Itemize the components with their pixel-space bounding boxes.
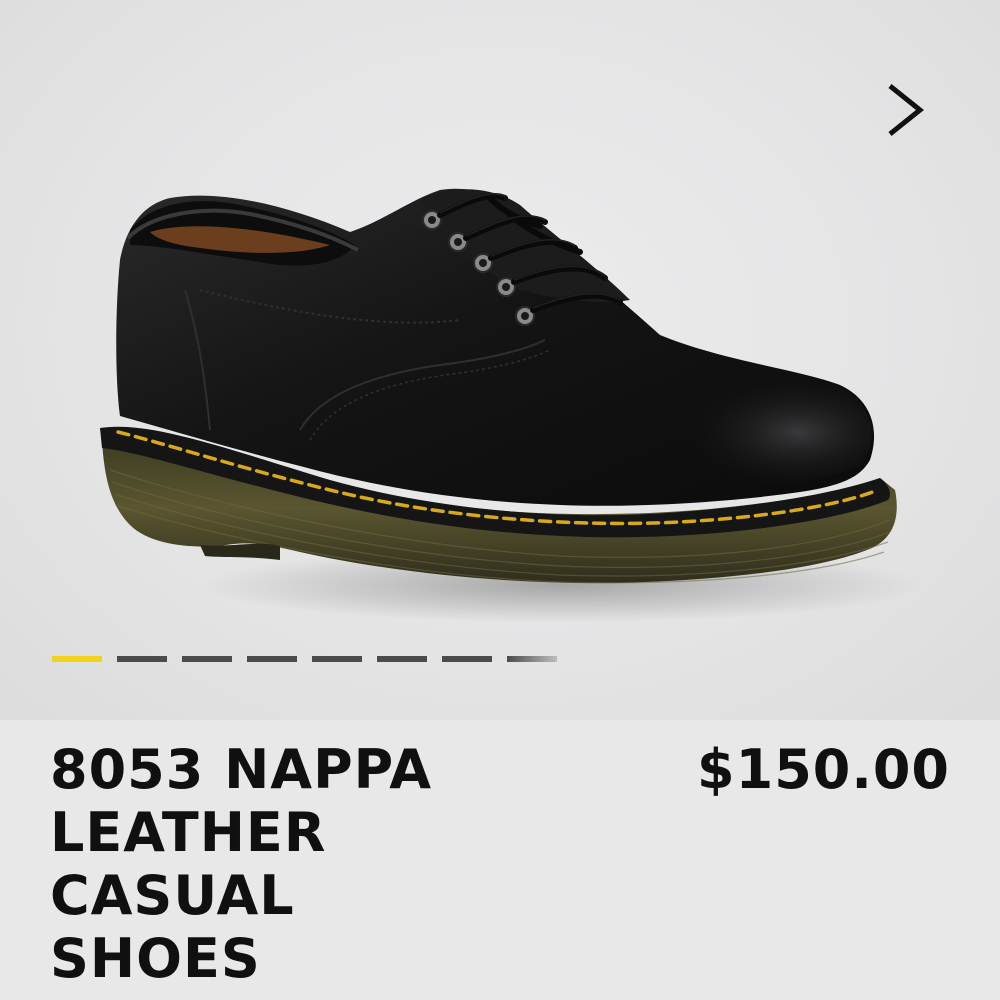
product-price: $150.00 — [697, 738, 950, 801]
pager-dot[interactable] — [377, 656, 427, 662]
product-image — [100, 188, 920, 623]
product-title-line: LEATHER — [50, 801, 327, 864]
chevron-right-icon[interactable] — [876, 78, 936, 142]
pager-dot-active[interactable] — [52, 656, 102, 662]
pager-dot[interactable] — [312, 656, 362, 662]
product-image-gallery[interactable] — [0, 0, 1000, 720]
pager-dot[interactable] — [507, 656, 557, 662]
product-title-line: SHOES — [50, 927, 261, 990]
product-title-line: 8053 NAPPA — [50, 738, 433, 801]
product-page: 8053 NAPPA LEATHER CASUAL SHOES $150.00 — [0, 0, 1000, 1000]
pager-dot[interactable] — [247, 656, 297, 662]
product-title: 8053 NAPPA LEATHER CASUAL SHOES — [50, 738, 570, 990]
pager-dot[interactable] — [182, 656, 232, 662]
pager-dot[interactable] — [117, 656, 167, 662]
pager-dot[interactable] — [442, 656, 492, 662]
product-title-line: CASUAL — [50, 864, 295, 927]
